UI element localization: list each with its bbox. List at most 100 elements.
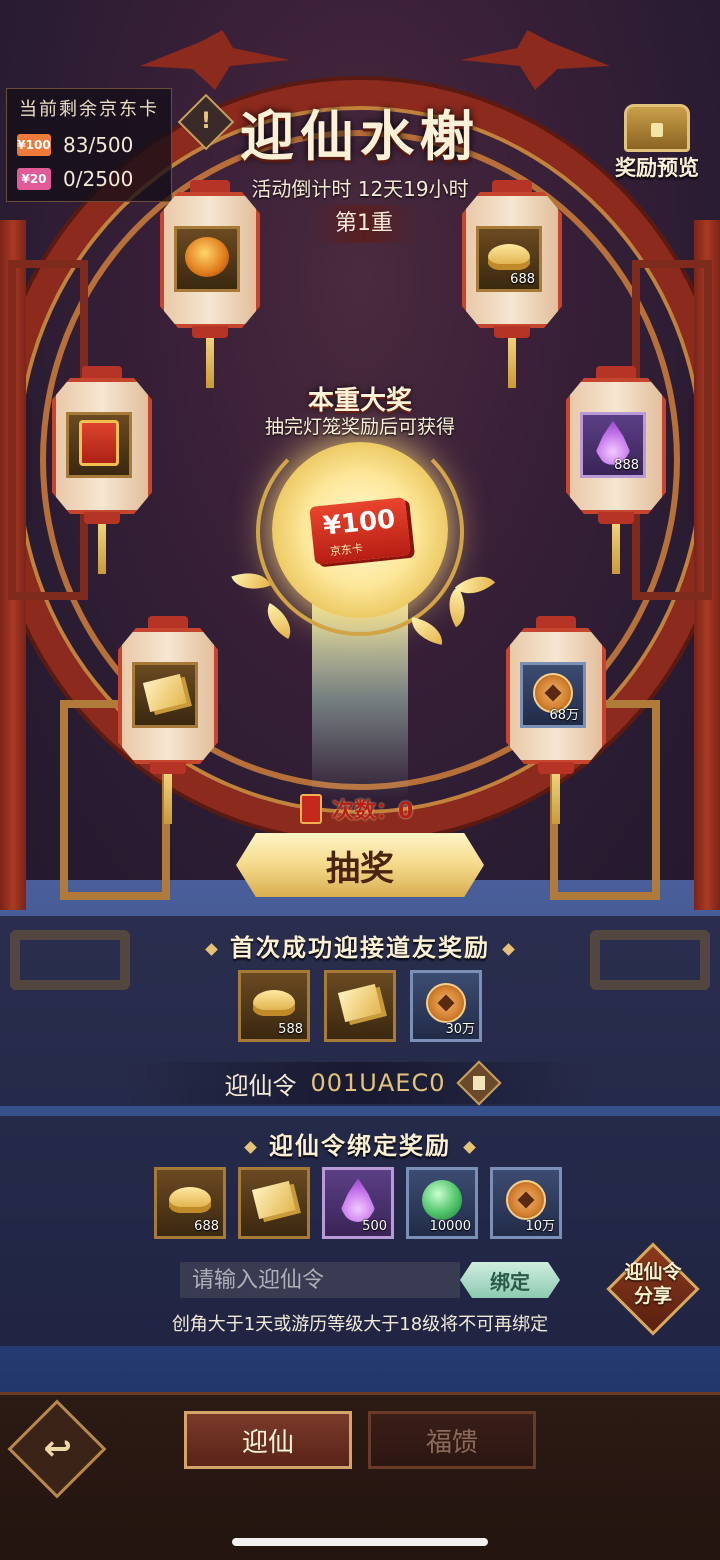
- lantern-tassel: [552, 774, 560, 824]
- jd-card-label: 京东卡: [329, 541, 364, 559]
- lantern-cap: [190, 180, 230, 194]
- share-code-button[interactable]: 迎仙令 分享: [606, 1242, 700, 1336]
- reward-item[interactable]: 500: [322, 1167, 394, 1239]
- grand-prize-subtitle: 抽完灯笼奖励后可获得: [264, 416, 455, 438]
- reward-preview-button[interactable]: 奖励预览: [604, 100, 710, 184]
- draw-button[interactable]: 抽奖: [236, 833, 484, 897]
- exclamation-icon: !: [200, 109, 212, 134]
- share-label: 迎仙令 分享: [610, 1260, 696, 1308]
- reward-item[interactable]: [238, 1167, 310, 1239]
- diamond-icon: [244, 1140, 257, 1154]
- reward-item[interactable]: [324, 970, 396, 1042]
- card-100-count: 83/500: [63, 133, 134, 157]
- card-row-100: ¥100 83/500: [17, 131, 133, 159]
- item-qty: 588: [278, 1022, 303, 1037]
- lantern-tassel: [612, 524, 620, 574]
- jd-card-100-icon: ¥100: [17, 134, 51, 156]
- lantern-base: [84, 512, 120, 524]
- item-qty: 888: [614, 458, 639, 473]
- lantern-tassel: [206, 338, 214, 388]
- lantern-base: [598, 512, 634, 524]
- invite-code-label: 迎仙令: [224, 1071, 297, 1100]
- item-qty: 10000: [429, 1219, 471, 1234]
- lantern-cap: [536, 616, 576, 630]
- bind-reward-items: 688 500 10000 10万: [154, 1167, 562, 1239]
- page-title: 迎仙水榭: [240, 104, 480, 168]
- ticket-icon: [142, 673, 188, 712]
- reward-item[interactable]: 688: [154, 1167, 226, 1239]
- reward-preview-label: 奖励预览: [615, 156, 699, 180]
- reward-item[interactable]: 10万: [490, 1167, 562, 1239]
- draw-count: 次数：0: [300, 792, 440, 826]
- invite-code-row: 迎仙令 001UAEC0: [120, 1060, 600, 1106]
- lantern-base: [538, 762, 574, 774]
- back-arrow-icon: ↩: [43, 1428, 72, 1469]
- draw-count-text: 次数：0: [332, 799, 414, 824]
- lantern-reward: 888: [580, 412, 646, 478]
- share-label-line2: 分享: [633, 1285, 672, 1307]
- gold-ingot-icon: [253, 990, 295, 1017]
- tab-welcome[interactable]: 迎仙: [184, 1411, 352, 1469]
- jd-card-amount: ¥100: [321, 504, 397, 542]
- first-success-title: 首次成功迎接道友奖励: [0, 928, 720, 963]
- card-20-count: 0/2500: [63, 167, 134, 191]
- lantern-tassel: [98, 524, 106, 574]
- ticket-icon: [251, 1181, 297, 1220]
- jd-card-prize: ¥100 京东卡: [309, 497, 411, 565]
- event-countdown: 活动倒计时 12天19小时: [251, 177, 469, 201]
- peach-icon: [185, 236, 229, 277]
- lantern-base: [192, 326, 228, 338]
- ticket-icon: [337, 984, 383, 1023]
- bind-reward-title: 迎仙令绑定奖励: [0, 1126, 720, 1161]
- diamond-icon: [463, 1140, 476, 1154]
- item-qty: 68万: [549, 708, 579, 723]
- game-screen: 当前剩余京东卡 ¥100 83/500 ¥20 0/2500 ! 迎仙水榭 活动…: [0, 0, 720, 1560]
- tab-rewards[interactable]: 福馈: [368, 1411, 536, 1469]
- lantern-reward: [132, 662, 198, 728]
- reward-item[interactable]: 30万: [410, 970, 482, 1042]
- first-success-items: 588 30万: [238, 970, 482, 1042]
- lantern-cap: [82, 366, 122, 380]
- invite-code-input[interactable]: [180, 1262, 460, 1298]
- invite-code-value: 001UAEC0: [310, 1069, 446, 1097]
- red-envelope-icon: [79, 419, 119, 466]
- lantern-base: [494, 326, 530, 338]
- reward-item[interactable]: 10000: [406, 1167, 478, 1239]
- copy-code-button[interactable]: [456, 1060, 503, 1106]
- lantern-reward: 688: [476, 226, 542, 292]
- bottom-nav: [0, 1392, 720, 1560]
- gold-ingot-icon: [488, 243, 530, 270]
- lantern-reward: 68万: [520, 662, 586, 728]
- jd-card-20-icon: ¥20: [17, 168, 51, 190]
- lantern-reward: [174, 226, 240, 292]
- bind-button[interactable]: 绑定: [460, 1262, 560, 1298]
- lantern-tassel: [508, 338, 516, 388]
- item-qty: 688: [510, 272, 535, 287]
- bind-reward-title-text: 迎仙令绑定奖励: [269, 1132, 451, 1160]
- item-qty: 30万: [445, 1022, 475, 1037]
- diamond-icon: [502, 942, 515, 956]
- reward-item[interactable]: 588: [238, 970, 310, 1042]
- bind-input-row: 绑定: [180, 1262, 560, 1298]
- card-counter-title: 当前剩余京东卡: [19, 99, 159, 120]
- tier-label: 第1重: [310, 205, 418, 243]
- draw-ticket-icon: [300, 794, 322, 824]
- treasure-chest-icon: [624, 104, 690, 152]
- purple-flame-icon: [341, 1178, 375, 1223]
- share-label-line1: 迎仙令: [624, 1261, 682, 1283]
- first-success-title-text: 首次成功迎接道友奖励: [230, 934, 490, 962]
- lantern-cap: [148, 616, 188, 630]
- item-qty: 500: [362, 1219, 387, 1234]
- lantern-cap: [596, 366, 636, 380]
- item-qty: 688: [194, 1219, 219, 1234]
- card-row-20: ¥20 0/2500: [17, 165, 133, 193]
- item-qty: 10万: [525, 1219, 555, 1234]
- green-orb-icon: [422, 1180, 462, 1221]
- lantern-cap: [492, 180, 532, 194]
- home-indicator: [232, 1538, 488, 1546]
- lantern-base: [150, 762, 186, 774]
- diamond-icon: [205, 942, 218, 956]
- lantern-reward: [66, 412, 132, 478]
- gold-ingot-icon: [169, 1187, 211, 1214]
- lantern-tassel: [164, 774, 172, 824]
